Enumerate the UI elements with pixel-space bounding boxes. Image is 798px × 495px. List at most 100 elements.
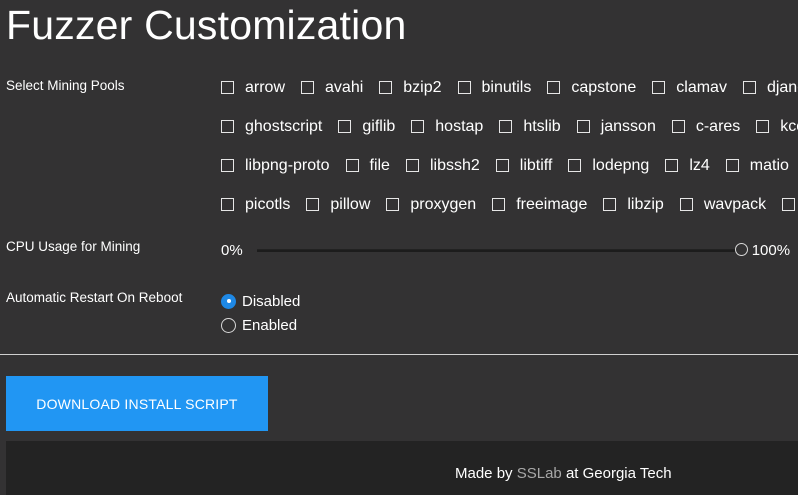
mining-pool-option[interactable]: xz bbox=[782, 196, 798, 214]
mining-pool-option[interactable]: bzip2 bbox=[379, 78, 442, 97]
slider-min-label: 0% bbox=[221, 241, 243, 259]
mining-pool-checkbox[interactable] bbox=[221, 120, 234, 133]
mining-pool-option[interactable]: giflib bbox=[338, 118, 395, 136]
radio-option-disabled[interactable]: Disabled bbox=[221, 289, 300, 313]
mining-pool-checkbox[interactable] bbox=[603, 198, 617, 211]
mining-pool-checkbox[interactable] bbox=[411, 120, 425, 133]
mining-pool-label: pillow bbox=[330, 195, 371, 213]
mining-pool-label: lodepng bbox=[592, 156, 650, 174]
mining-pool-option[interactable]: hostap bbox=[411, 118, 483, 136]
mining-pool-option[interactable]: jansson bbox=[576, 117, 656, 136]
mining-pool-checkbox[interactable] bbox=[221, 159, 234, 172]
mining-pool-checkbox[interactable] bbox=[379, 81, 393, 94]
radio-label: Disabled bbox=[242, 292, 301, 310]
mining-pool-checkbox[interactable] bbox=[782, 198, 796, 211]
mining-pool-option[interactable]: clamav bbox=[652, 79, 727, 97]
cpu-usage-slider: 0% 100% bbox=[221, 240, 798, 260]
mining-pool-label: picotls bbox=[245, 195, 291, 213]
mining-pool-option[interactable]: libzip bbox=[603, 196, 664, 214]
mining-pool-checkbox[interactable] bbox=[679, 198, 693, 211]
mining-pool-option[interactable]: proxygen bbox=[386, 196, 476, 214]
mining-pool-option[interactable]: freeimage bbox=[492, 196, 587, 214]
mining-pool-option[interactable]: binutils bbox=[457, 78, 532, 97]
mining-pool-label: lz4 bbox=[689, 156, 710, 174]
mining-pool-checkbox[interactable] bbox=[665, 159, 679, 172]
mining-pool-label: proxygen bbox=[410, 195, 477, 213]
mining-pool-label: bzip2 bbox=[403, 78, 442, 96]
mining-pool-checkbox[interactable] bbox=[725, 159, 739, 172]
mining-pool-row: arrow avahi bzip2 binutils capstone clamav dja… bbox=[221, 68, 798, 107]
radio-option-enabled[interactable]: Enabled bbox=[221, 313, 300, 337]
mining-pool-checkbox[interactable] bbox=[457, 81, 471, 94]
radio-button-enabled[interactable] bbox=[221, 317, 236, 333]
mining-pool-label: hostap bbox=[435, 117, 484, 135]
mining-pool-checkbox[interactable] bbox=[306, 198, 320, 211]
mining-pool-checkbox[interactable] bbox=[301, 81, 315, 94]
slider-track[interactable] bbox=[256, 242, 748, 256]
section-divider bbox=[0, 354, 798, 355]
mining-pool-row: picotls pillow proxygen freeimage libzip wavp… bbox=[221, 185, 798, 224]
download-install-script-button[interactable]: DOWNLOAD INSTALL SCRIPT bbox=[6, 376, 268, 431]
mining-pool-label: jansson bbox=[600, 117, 656, 135]
mining-pool-option[interactable]: kcov bbox=[756, 118, 798, 136]
mining-pool-checkbox[interactable] bbox=[338, 120, 352, 133]
mining-pool-option[interactable]: lodepng bbox=[568, 157, 649, 175]
mining-pool-label: binutils bbox=[481, 78, 532, 96]
mining-pools-label: Select Mining Pools bbox=[6, 78, 125, 93]
mining-pool-checkbox[interactable] bbox=[652, 81, 666, 94]
mining-pool-option[interactable]: lz4 bbox=[665, 156, 710, 175]
auto-restart-radio-group: Disabled Enabled bbox=[221, 289, 300, 337]
mining-pool-option[interactable]: file bbox=[345, 156, 390, 175]
mining-pool-label: libtiff bbox=[519, 156, 553, 174]
mining-pool-label: giflib bbox=[362, 117, 396, 135]
mining-pool-checkbox[interactable] bbox=[221, 198, 234, 211]
radio-label: Enabled bbox=[242, 316, 298, 334]
mining-pool-option[interactable]: ghostscript bbox=[221, 118, 322, 136]
mining-pool-option[interactable]: libssh2 bbox=[405, 156, 480, 175]
mining-pool-option[interactable]: pillow bbox=[306, 196, 370, 214]
mining-pool-option[interactable]: avahi bbox=[301, 79, 363, 97]
mining-pool-option[interactable]: matio bbox=[725, 157, 789, 175]
mining-pool-checkbox[interactable] bbox=[386, 198, 400, 211]
mining-pool-option[interactable]: capstone bbox=[547, 79, 636, 97]
mining-pool-option[interactable]: arrow bbox=[221, 79, 285, 97]
mining-pools-list: arrow avahi bzip2 binutils capstone clamav dja… bbox=[221, 68, 798, 228]
mining-pool-checkbox[interactable] bbox=[495, 159, 509, 172]
cpu-usage-label: CPU Usage for Mining bbox=[6, 239, 141, 254]
mining-pool-checkbox[interactable] bbox=[345, 159, 359, 172]
mining-pool-checkbox[interactable] bbox=[492, 198, 506, 211]
mining-pool-checkbox[interactable] bbox=[756, 120, 770, 133]
mining-pool-label: freeimage bbox=[516, 195, 588, 213]
mining-pool-option[interactable]: picotls bbox=[221, 196, 290, 214]
mining-pool-checkbox[interactable] bbox=[568, 159, 582, 172]
mining-pool-label: file bbox=[369, 156, 390, 174]
footer-suffix: at Georgia Tech bbox=[565, 465, 672, 482]
mining-pool-option[interactable]: wavpack bbox=[679, 195, 767, 214]
footer-org-link[interactable]: SSLab bbox=[517, 465, 562, 482]
slider-max-label: 100% bbox=[751, 241, 791, 259]
mining-pool-checkbox[interactable] bbox=[499, 120, 513, 133]
mining-pool-label: clamav bbox=[676, 78, 727, 96]
mining-pool-option[interactable]: libtiff bbox=[495, 156, 553, 175]
footer-credit: Made by SSLab at Georgia Tech bbox=[455, 465, 672, 482]
page-title: Fuzzer Customization bbox=[6, 2, 407, 48]
mining-pool-checkbox[interactable] bbox=[547, 81, 561, 94]
mining-pool-checkbox[interactable] bbox=[576, 120, 590, 133]
mining-pool-checkbox[interactable] bbox=[742, 81, 756, 94]
mining-pool-label: wavpack bbox=[703, 195, 767, 213]
mining-pool-row: libpng-proto file libssh2 libtiff lodepng lz4… bbox=[221, 146, 798, 185]
mining-pool-label: kcov bbox=[780, 117, 798, 135]
radio-button-disabled[interactable] bbox=[221, 293, 236, 309]
mining-pool-option[interactable]: htslib bbox=[499, 118, 561, 136]
mining-pool-checkbox[interactable] bbox=[221, 81, 234, 94]
slider-thumb[interactable] bbox=[734, 242, 748, 256]
mining-pool-row: ghostscript giflib hostap htslib jansson c-ar… bbox=[221, 107, 798, 146]
mining-pool-option[interactable]: c-ares bbox=[671, 118, 740, 136]
auto-restart-label: Automatic Restart On Reboot bbox=[6, 290, 183, 305]
mining-pool-option[interactable]: libpng-proto bbox=[221, 157, 330, 175]
mining-pool-label: ghostscript bbox=[245, 117, 323, 135]
mining-pool-option[interactable]: django bbox=[742, 79, 798, 97]
mining-pool-checkbox[interactable] bbox=[671, 120, 685, 133]
mining-pool-checkbox[interactable] bbox=[405, 159, 419, 172]
mining-pool-label: libssh2 bbox=[429, 156, 480, 174]
